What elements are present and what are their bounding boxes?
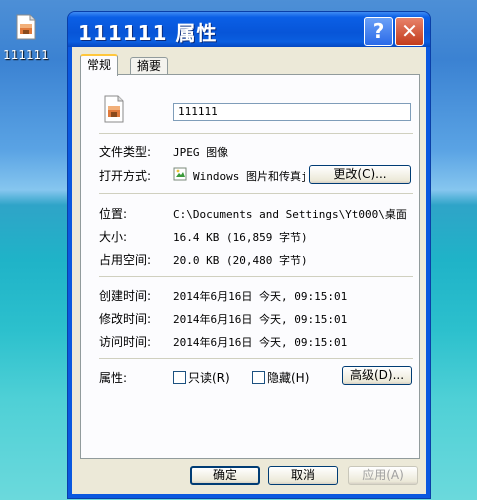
dialog-client-area: 常规 摘要 111111 文件类型: JPEG 图像 打开方式: Windows… — [72, 47, 426, 494]
advanced-button[interactable]: 高级(D)... — [342, 366, 412, 385]
cancel-button[interactable]: 取消 — [268, 466, 338, 485]
ok-button[interactable]: 确定 — [190, 466, 260, 485]
picture-viewer-icon — [173, 167, 187, 181]
help-button[interactable]: ? — [364, 17, 393, 46]
created-label: 创建时间: — [99, 289, 152, 303]
change-button[interactable]: 更改(C)... — [309, 165, 411, 184]
hidden-checkbox[interactable] — [252, 371, 265, 384]
readonly-label[interactable]: 只读(R) — [188, 369, 230, 386]
tab-general[interactable]: 常规 — [80, 54, 119, 76]
apply-button[interactable]: 应用(A) — [348, 466, 418, 485]
desktop-icon-label: 111111 — [3, 48, 49, 62]
separator — [99, 193, 413, 194]
location-label: 位置: — [99, 207, 128, 221]
window-title: 111111 属性 — [78, 21, 218, 45]
file-type-value: JPEG 图像 — [173, 146, 229, 159]
help-icon: ? — [372, 19, 385, 43]
properties-window: 111111 属性 ? ✕ 常规 摘要 111111 文件类型: JPEG 图像… — [68, 12, 430, 498]
close-button[interactable]: ✕ — [395, 17, 424, 46]
file-type-label: 文件类型: — [99, 145, 152, 159]
jpeg-file-icon — [15, 14, 37, 40]
accessed-label: 访问时间: — [99, 335, 152, 349]
file-name-input[interactable]: 111111 — [173, 103, 411, 121]
readonly-checkbox[interactable] — [173, 371, 186, 384]
size-value: 16.4 KB (16,859 字节) — [173, 231, 308, 244]
separator — [99, 276, 413, 277]
size-on-disk-value: 20.0 KB (20,480 字节) — [173, 254, 308, 267]
modified-value: 2014年6月16日 今天, 09:15:01 — [173, 313, 348, 326]
modified-label: 修改时间: — [99, 312, 152, 326]
created-value: 2014年6月16日 今天, 09:15:01 — [173, 290, 348, 303]
separator — [99, 133, 413, 134]
attributes-label: 属性: — [99, 371, 128, 385]
jpeg-file-icon — [103, 95, 125, 123]
size-label: 大小: — [99, 230, 128, 244]
general-tab-panel: 111111 文件类型: JPEG 图像 打开方式: Windows 图片和传真… — [80, 74, 420, 459]
open-with-label: 打开方式: — [99, 169, 152, 183]
location-value: C:\Documents and Settings\Yt000\桌面 — [173, 208, 407, 221]
accessed-value: 2014年6月16日 今天, 09:15:01 — [173, 336, 348, 349]
hidden-label[interactable]: 隐藏(H) — [267, 369, 309, 386]
open-with-value: Windows 图片和传真j — [193, 170, 305, 183]
tab-summary[interactable]: 摘要 — [130, 57, 169, 75]
desktop-file-icon[interactable]: 111111 — [2, 14, 50, 62]
separator — [99, 358, 413, 359]
title-bar[interactable]: 111111 属性 ? ✕ — [68, 12, 430, 47]
close-icon: ✕ — [401, 19, 418, 43]
size-on-disk-label: 占用空间: — [99, 253, 152, 267]
